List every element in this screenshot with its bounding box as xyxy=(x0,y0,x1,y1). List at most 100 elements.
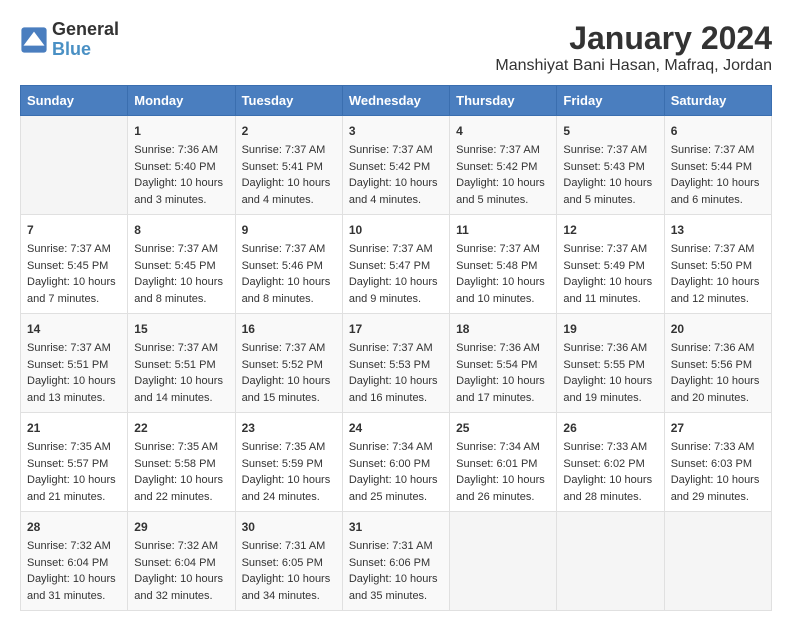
day-info: Sunrise: 7:37 AM Sunset: 5:44 PM Dayligh… xyxy=(671,144,760,206)
day-info: Sunrise: 7:37 AM Sunset: 5:50 PM Dayligh… xyxy=(671,243,760,305)
calendar-cell: 9 Sunrise: 7:37 AM Sunset: 5:46 PM Daylig… xyxy=(235,215,342,314)
day-info: Sunrise: 7:37 AM Sunset: 5:45 PM Dayligh… xyxy=(134,243,223,305)
day-info: Sunrise: 7:37 AM Sunset: 5:41 PM Dayligh… xyxy=(242,144,331,206)
day-number: 15 xyxy=(134,320,228,338)
weekday-header: Friday xyxy=(557,86,664,116)
calendar-cell: 29 Sunrise: 7:32 AM Sunset: 6:04 PM Dayli… xyxy=(128,512,235,611)
day-number: 8 xyxy=(134,221,228,239)
day-number: 23 xyxy=(242,419,336,437)
day-number: 12 xyxy=(563,221,657,239)
day-number: 27 xyxy=(671,419,765,437)
day-info: Sunrise: 7:31 AM Sunset: 6:06 PM Dayligh… xyxy=(349,540,438,602)
logo-blue-text: Blue xyxy=(52,40,119,60)
day-info: Sunrise: 7:36 AM Sunset: 5:56 PM Dayligh… xyxy=(671,342,760,404)
calendar-cell: 30 Sunrise: 7:31 AM Sunset: 6:05 PM Dayli… xyxy=(235,512,342,611)
day-info: Sunrise: 7:33 AM Sunset: 6:03 PM Dayligh… xyxy=(671,441,760,503)
weekday-header: Saturday xyxy=(664,86,771,116)
day-info: Sunrise: 7:36 AM Sunset: 5:55 PM Dayligh… xyxy=(563,342,652,404)
calendar-cell: 12 Sunrise: 7:37 AM Sunset: 5:49 PM Dayli… xyxy=(557,215,664,314)
day-info: Sunrise: 7:37 AM Sunset: 5:42 PM Dayligh… xyxy=(456,144,545,206)
calendar-cell: 17 Sunrise: 7:37 AM Sunset: 5:53 PM Dayli… xyxy=(342,314,449,413)
calendar-cell: 4 Sunrise: 7:37 AM Sunset: 5:42 PM Daylig… xyxy=(450,116,557,215)
day-number: 18 xyxy=(456,320,550,338)
day-info: Sunrise: 7:37 AM Sunset: 5:51 PM Dayligh… xyxy=(27,342,116,404)
calendar-cell: 13Sunrise: 7:37 AM Sunset: 5:50 PM Dayli… xyxy=(664,215,771,314)
day-number: 16 xyxy=(242,320,336,338)
calendar-cell: 8 Sunrise: 7:37 AM Sunset: 5:45 PM Daylig… xyxy=(128,215,235,314)
day-number: 17 xyxy=(349,320,443,338)
day-number: 30 xyxy=(242,518,336,536)
calendar-cell: 18 Sunrise: 7:36 AM Sunset: 5:54 PM Dayli… xyxy=(450,314,557,413)
day-info: Sunrise: 7:37 AM Sunset: 5:43 PM Dayligh… xyxy=(563,144,652,206)
location: Manshiyat Bani Hasan, Mafraq, Jordan xyxy=(495,57,772,75)
day-info: Sunrise: 7:37 AM Sunset: 5:49 PM Dayligh… xyxy=(563,243,652,305)
day-info: Sunrise: 7:32 AM Sunset: 6:04 PM Dayligh… xyxy=(27,540,116,602)
day-number: 21 xyxy=(27,419,121,437)
calendar-cell: 16 Sunrise: 7:37 AM Sunset: 5:52 PM Dayli… xyxy=(235,314,342,413)
logo: General Blue xyxy=(20,20,119,60)
calendar-cell: 27 Sunrise: 7:33 AM Sunset: 6:03 PM Dayli… xyxy=(664,413,771,512)
calendar-week-row: 14 Sunrise: 7:37 AM Sunset: 5:51 PM Dayli… xyxy=(21,314,772,413)
day-number: 2 xyxy=(242,122,336,140)
day-number: 22 xyxy=(134,419,228,437)
day-info: Sunrise: 7:37 AM Sunset: 5:47 PM Dayligh… xyxy=(349,243,438,305)
day-number: 14 xyxy=(27,320,121,338)
calendar-cell: 1Sunrise: 7:36 AM Sunset: 5:40 PM Daylig… xyxy=(128,116,235,215)
calendar-cell xyxy=(664,512,771,611)
calendar-cell: 7 Sunrise: 7:37 AM Sunset: 5:45 PM Daylig… xyxy=(21,215,128,314)
day-info: Sunrise: 7:36 AM Sunset: 5:40 PM Dayligh… xyxy=(134,144,223,206)
day-number: 29 xyxy=(134,518,228,536)
day-number: 26 xyxy=(563,419,657,437)
calendar-cell: 31 Sunrise: 7:31 AM Sunset: 6:06 PM Dayli… xyxy=(342,512,449,611)
day-number: 4 xyxy=(456,122,550,140)
logo-text: General Blue xyxy=(52,20,119,60)
day-number: 7 xyxy=(27,221,121,239)
calendar-cell xyxy=(450,512,557,611)
calendar-cell: 22 Sunrise: 7:35 AM Sunset: 5:58 PM Dayli… xyxy=(128,413,235,512)
day-info: Sunrise: 7:36 AM Sunset: 5:54 PM Dayligh… xyxy=(456,342,545,404)
day-number: 25 xyxy=(456,419,550,437)
calendar-cell: 3 Sunrise: 7:37 AM Sunset: 5:42 PM Daylig… xyxy=(342,116,449,215)
calendar-cell: 21Sunrise: 7:35 AM Sunset: 5:57 PM Dayli… xyxy=(21,413,128,512)
calendar-cell: 6Sunrise: 7:37 AM Sunset: 5:44 PM Daylig… xyxy=(664,116,771,215)
day-info: Sunrise: 7:37 AM Sunset: 5:45 PM Dayligh… xyxy=(27,243,116,305)
weekday-header: Sunday xyxy=(21,86,128,116)
calendar-cell: 14 Sunrise: 7:37 AM Sunset: 5:51 PM Dayli… xyxy=(21,314,128,413)
day-info: Sunrise: 7:37 AM Sunset: 5:46 PM Dayligh… xyxy=(242,243,331,305)
day-info: Sunrise: 7:33 AM Sunset: 6:02 PM Dayligh… xyxy=(563,441,652,503)
calendar-cell: 26 Sunrise: 7:33 AM Sunset: 6:02 PM Dayli… xyxy=(557,413,664,512)
calendar-cell: 2 Sunrise: 7:37 AM Sunset: 5:41 PM Daylig… xyxy=(235,116,342,215)
page-header: General Blue January 2024 Manshiyat Bani… xyxy=(20,20,772,75)
logo-general-text: General xyxy=(52,20,119,40)
day-number: 10 xyxy=(349,221,443,239)
calendar-cell: 11Sunrise: 7:37 AM Sunset: 5:48 PM Dayli… xyxy=(450,215,557,314)
day-number: 20 xyxy=(671,320,765,338)
day-number: 9 xyxy=(242,221,336,239)
day-info: Sunrise: 7:34 AM Sunset: 6:01 PM Dayligh… xyxy=(456,441,545,503)
day-info: Sunrise: 7:37 AM Sunset: 5:52 PM Dayligh… xyxy=(242,342,331,404)
weekday-header: Wednesday xyxy=(342,86,449,116)
day-number: 28 xyxy=(27,518,121,536)
day-info: Sunrise: 7:37 AM Sunset: 5:53 PM Dayligh… xyxy=(349,342,438,404)
calendar-cell: 20 Sunrise: 7:36 AM Sunset: 5:56 PM Dayli… xyxy=(664,314,771,413)
day-number: 3 xyxy=(349,122,443,140)
day-info: Sunrise: 7:35 AM Sunset: 5:58 PM Dayligh… xyxy=(134,441,223,503)
calendar-week-row: 7 Sunrise: 7:37 AM Sunset: 5:45 PM Daylig… xyxy=(21,215,772,314)
logo-icon xyxy=(20,26,48,54)
day-number: 24 xyxy=(349,419,443,437)
calendar-week-row: 28 Sunrise: 7:32 AM Sunset: 6:04 PM Dayli… xyxy=(21,512,772,611)
day-info: Sunrise: 7:34 AM Sunset: 6:00 PM Dayligh… xyxy=(349,441,438,503)
calendar-cell xyxy=(557,512,664,611)
calendar-cell: 25 Sunrise: 7:34 AM Sunset: 6:01 PM Dayli… xyxy=(450,413,557,512)
day-info: Sunrise: 7:37 AM Sunset: 5:42 PM Dayligh… xyxy=(349,144,438,206)
calendar-cell: 19 Sunrise: 7:36 AM Sunset: 5:55 PM Dayli… xyxy=(557,314,664,413)
calendar-cell: 10 Sunrise: 7:37 AM Sunset: 5:47 PM Dayli… xyxy=(342,215,449,314)
day-info: Sunrise: 7:31 AM Sunset: 6:05 PM Dayligh… xyxy=(242,540,331,602)
title-block: January 2024 Manshiyat Bani Hasan, Mafra… xyxy=(495,20,772,75)
day-number: 11 xyxy=(456,221,550,239)
day-number: 31 xyxy=(349,518,443,536)
calendar-cell: 23 Sunrise: 7:35 AM Sunset: 5:59 PM Dayli… xyxy=(235,413,342,512)
day-info: Sunrise: 7:35 AM Sunset: 5:59 PM Dayligh… xyxy=(242,441,331,503)
day-number: 19 xyxy=(563,320,657,338)
day-info: Sunrise: 7:32 AM Sunset: 6:04 PM Dayligh… xyxy=(134,540,223,602)
